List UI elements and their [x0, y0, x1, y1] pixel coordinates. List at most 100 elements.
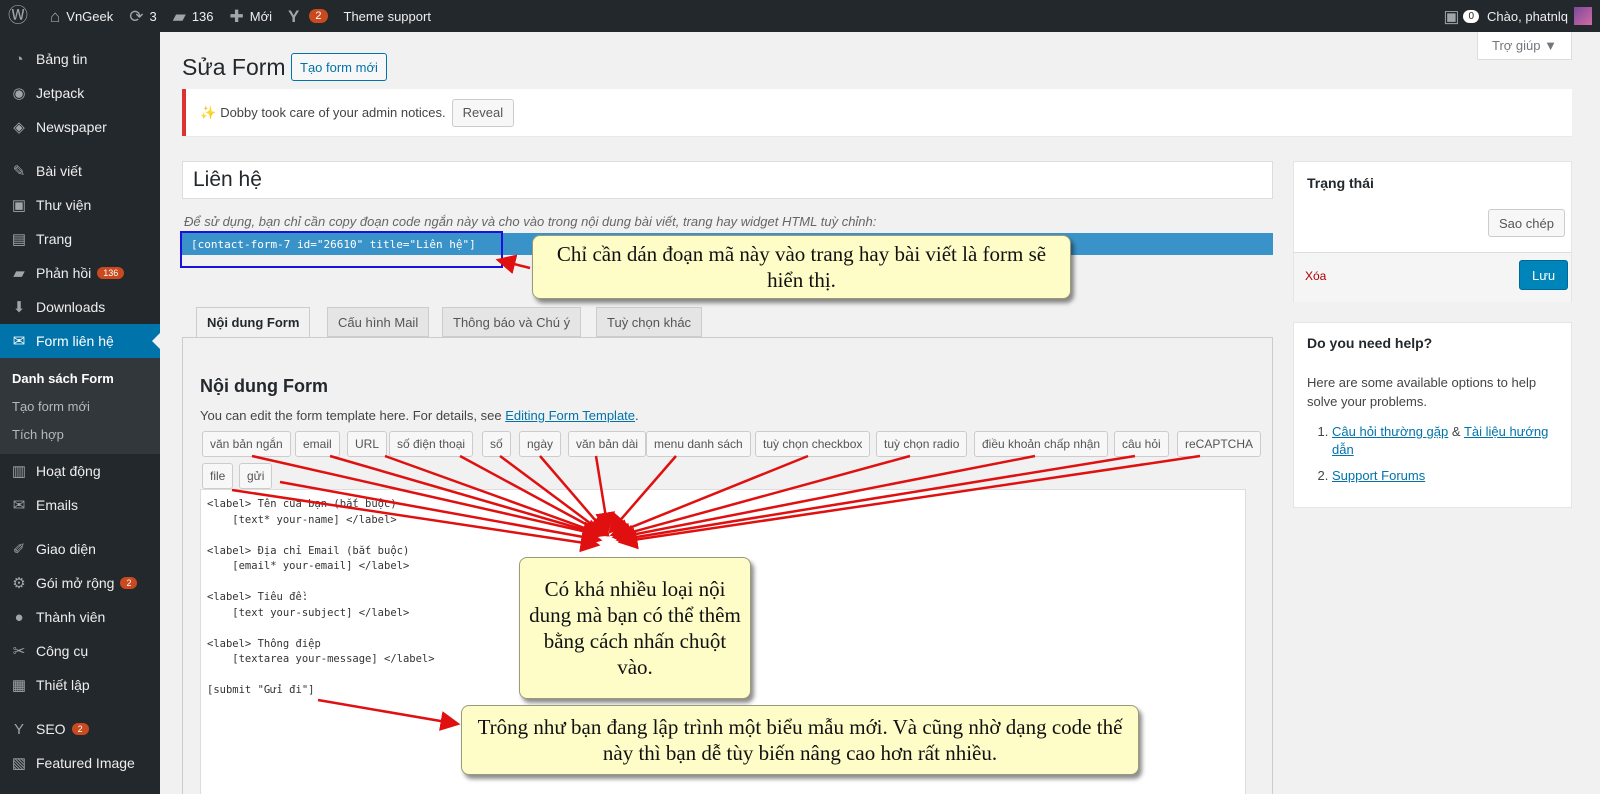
help-text: Here are some available options to help … [1307, 375, 1537, 409]
submenu-item[interactable]: Tạo form mới [0, 392, 160, 420]
sidebar-item-label: Hoạt động [36, 463, 101, 479]
avatar[interactable] [1574, 7, 1592, 25]
new-form-button[interactable]: Tạo form mới [291, 53, 387, 81]
notifications-icon[interactable]: ▣ [1439, 0, 1463, 32]
help-links: Câu hỏi thường gặp & Tài liệu hướng dẫn … [1332, 423, 1562, 493]
sidebar-item[interactable]: ▥ Hoạt động [0, 454, 160, 488]
yoast-link[interactable]: Y2 [280, 0, 335, 32]
sidebar-item-label: Bài viết [36, 163, 82, 179]
help-tab[interactable]: Trợ giúp ▼ [1477, 32, 1572, 60]
tag-button-recaptcha[interactable]: reCAPTCHA [1177, 431, 1262, 457]
download-icon: ⬇ [12, 299, 26, 316]
comments-link[interactable]: ▰ 136 [165, 0, 222, 32]
sidebar-item-label: Form liên hệ [36, 333, 114, 349]
sidebar-item[interactable]: ⬇ Downloads [0, 290, 160, 324]
email-icon: ✉ [12, 497, 26, 514]
comment-icon: ▰ [172, 6, 186, 26]
sidebar-item[interactable]: ✐ Giao diện [0, 532, 160, 566]
sidebar-item-label: Phản hồi [36, 265, 92, 281]
tag-button-email[interactable]: email [295, 431, 340, 457]
yoast-icon: Y [288, 6, 300, 26]
sidebar-item-label: Thiết lập [36, 677, 90, 693]
callout-shortcode: Chỉ cần dán đoạn mã này vào trang hay bà… [532, 235, 1071, 299]
notification-count: 0 [1463, 9, 1480, 23]
sidebar-item[interactable]: ▤ Trang [0, 222, 160, 256]
image-icon: ▧ [11, 755, 27, 772]
copy-button[interactable]: Sao chép [1488, 209, 1565, 237]
pin-icon: ✎ [12, 163, 26, 180]
tab-messages[interactable]: Thông báo và Chú ý [442, 307, 582, 337]
sidebar-item-label: Emails [36, 497, 79, 513]
sidebar-item[interactable]: ● Thành viên [0, 600, 160, 634]
sidebar-item[interactable]: ▦ Thiết lập [0, 668, 160, 702]
tab-form-content[interactable]: Nội dung Form [196, 307, 311, 338]
sidebar-item-label: Featured Image [36, 755, 135, 771]
save-button[interactable]: Lưu [1519, 260, 1569, 290]
sidebar-item[interactable]: ⚙ Gói mở rộng 2 [0, 566, 160, 600]
sidebar-item[interactable]: ◈ Newspaper [0, 110, 160, 144]
updates-link[interactable]: ⟳ 3 [121, 0, 164, 32]
sidebar-item[interactable]: ▰ Phản hồi 136 [0, 256, 160, 290]
theme-support-link[interactable]: Theme support [336, 0, 439, 32]
sidebar-item[interactable]: ◉ Jetpack [0, 76, 160, 110]
submenu-item[interactable]: Danh sách Form [0, 364, 160, 392]
media-icon: ▣ [11, 197, 27, 214]
form-submenu: Danh sách Form Tạo form mới Tích hợp [0, 358, 160, 454]
delete-link[interactable]: Xóa [1305, 269, 1326, 283]
sidebar-item[interactable]: ▣ Thư viện [0, 188, 160, 222]
sidebar-item[interactable]: ✂ Công cụ [0, 634, 160, 668]
panel-title: Nội dung Form [200, 376, 328, 396]
sidebar-item[interactable]: ▧ Featured Image [0, 746, 160, 780]
sidebar-item-label: Newspaper [36, 119, 107, 135]
tab-additional-settings[interactable]: Tuỳ chọn khác [596, 307, 703, 337]
tools-icon: ✂ [12, 643, 26, 660]
tag-button-date[interactable]: ngày [519, 431, 562, 457]
reveal-button[interactable]: Reveal [451, 98, 515, 127]
wordpress-logo-icon[interactable]: Ⓦ [0, 0, 42, 32]
tag-button-tel[interactable]: số điện thoại [389, 431, 474, 457]
tag-button-file[interactable]: file [202, 463, 234, 489]
page-title: Sửa Form [182, 54, 286, 80]
tag-button-url[interactable]: URL [347, 431, 388, 457]
home-icon: ⌂ [50, 6, 61, 26]
greeting[interactable]: Chào, phatnlq [1487, 9, 1568, 24]
activity-icon: ▥ [11, 463, 27, 480]
callout-tags: Có khá nhiều loại nội dung mà bạn có thể… [519, 557, 751, 699]
help-item-forums: Support Forums [1332, 467, 1562, 485]
sidebar-item[interactable]: ✉ Form liên hệ [0, 324, 160, 358]
support-forums-link[interactable]: Support Forums [1332, 468, 1425, 483]
comment-icon: ▰ [13, 265, 25, 282]
admin-notice: ✨ Dobby took care of your admin notices.… [182, 89, 1572, 136]
tab-mail[interactable]: Cấu hình Mail [327, 307, 430, 337]
sidebar-item[interactable]: Y SEO 2 [0, 712, 160, 746]
sidebar-item[interactable]: ✎ Bài viết [0, 154, 160, 188]
submenu-item[interactable]: Tích hợp [0, 420, 160, 448]
sidebar-item[interactable]: ◔ Bảng tin [0, 42, 160, 76]
settings-icon: ▦ [11, 677, 27, 694]
help-box: Do you need help? Here are some availabl… [1293, 322, 1572, 508]
callout-code: Trông như bạn đang lập trình một biểu mẫ… [461, 705, 1139, 775]
tag-button-acceptance[interactable]: điều khoản chấp nhận [974, 431, 1109, 457]
form-title-input[interactable]: Liên hệ [182, 161, 1273, 199]
user-icon: ● [14, 608, 24, 626]
sidebar-item-label: Giao diện [36, 541, 96, 557]
tag-button-menu[interactable]: menu danh sách [646, 431, 751, 457]
tag-button-submit[interactable]: gửi [239, 463, 273, 489]
sidebar-item-label: Thành viên [36, 609, 106, 625]
sidebar-item[interactable]: ✉ Emails [0, 488, 160, 522]
newspaper-icon: ◈ [13, 119, 25, 136]
tag-button-radio[interactable]: tuỳ chọn radio [876, 431, 968, 457]
site-name-link[interactable]: ⌂ VnGeek [42, 0, 121, 32]
plus-icon: ✚ [229, 6, 244, 26]
tag-button-textarea[interactable]: văn bản dài [568, 431, 647, 457]
panel-description: You can edit the form template here. For… [200, 408, 639, 423]
sidebar-item-label: Trang [36, 231, 73, 247]
new-content-link[interactable]: ✚ Mới [222, 0, 281, 32]
tag-button-checkbox[interactable]: tuỳ chọn checkbox [755, 431, 871, 457]
tag-button-quiz[interactable]: câu hỏi [1114, 431, 1169, 457]
faq-link[interactable]: Câu hỏi thường gặp [1332, 424, 1448, 439]
admin-bar: Ⓦ ⌂ VnGeek ⟳ 3 ▰ 136 ✚ Mới Y2 Theme support … [0, 0, 1600, 32]
tag-button-number[interactable]: số [482, 431, 511, 457]
tag-button-text[interactable]: văn bản ngắn [202, 431, 291, 457]
editing-form-template-link[interactable]: Editing Form Template [505, 408, 635, 423]
